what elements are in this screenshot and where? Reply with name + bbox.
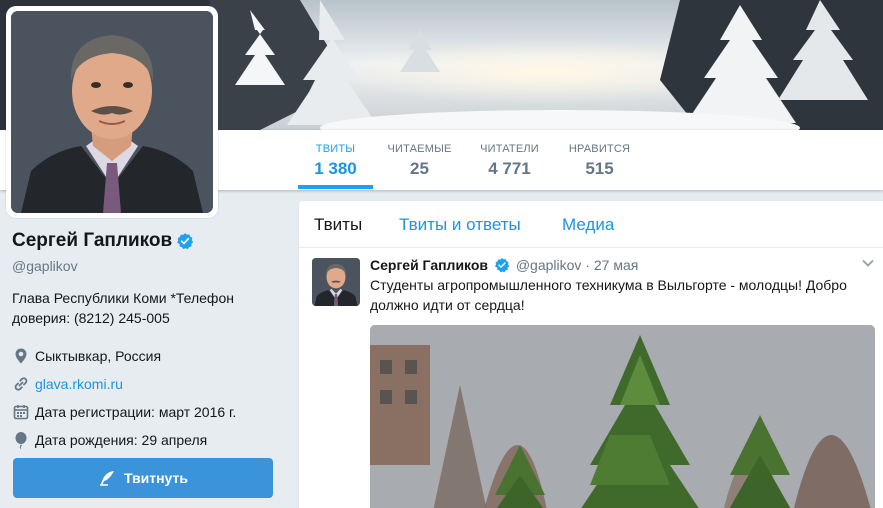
tweet-text: Студенты агропромышленного техникума в В…: [370, 277, 847, 313]
profile-name[interactable]: Сергей Гапликов: [12, 230, 172, 252]
tweet-separator: ·: [585, 257, 590, 273]
tweet-avatar[interactable]: [312, 258, 360, 306]
location-text: Сыктывкар, Россия: [35, 348, 162, 364]
tweet-author-name[interactable]: Сергей Гапликов: [370, 257, 488, 273]
joined-text: Дата регистрации: март 2016 г.: [35, 404, 237, 420]
profile-joined: Дата регистрации: март 2016 г.: [12, 398, 274, 426]
profile-avatar[interactable]: [6, 6, 218, 218]
tweet-button-label: Твитнуть: [124, 470, 188, 486]
verified-badge-icon: [494, 258, 510, 273]
stat-value: 4 771: [488, 159, 531, 178]
profile-handle[interactable]: @gaplikov: [12, 258, 274, 274]
website-link[interactable]: glava.rkomi.ru: [35, 376, 123, 392]
profile-website: glava.rkomi.ru: [12, 370, 274, 398]
stat-value: 25: [410, 159, 429, 178]
profile-bio: Глава Республики Коми *Телефон доверия: …: [12, 290, 234, 326]
birthday-text: Дата рождения: 29 апреля: [35, 432, 208, 448]
stat-label: ТВИТЫ: [315, 143, 356, 155]
balloon-icon: [15, 432, 27, 449]
tweet-author-handle[interactable]: @gaplikov: [516, 257, 582, 273]
stat-label: ЧИТАЕМЫЕ: [387, 143, 452, 155]
stat-likes[interactable]: НРАВИТСЯ 515: [562, 130, 637, 190]
tweet[interactable]: Сергей Гапликов @gaplikov · 27 мая Студе…: [299, 248, 883, 508]
stat-value: 1 380: [314, 159, 357, 178]
avatar: [11, 11, 213, 213]
tab-tweets[interactable]: Твиты: [314, 215, 362, 235]
profile-birthday: Дата рождения: 29 апреля: [12, 426, 274, 454]
calendar-icon: [13, 405, 29, 420]
tweet-button[interactable]: Твитнуть: [13, 458, 273, 498]
tweet-photo[interactable]: [370, 325, 875, 508]
tweet-header: Сергей Гапликов @gaplikov · 27 мая: [370, 257, 638, 273]
timeline-tabs: Твиты Твиты и ответы Медиа: [299, 201, 883, 248]
stat-followers[interactable]: ЧИТАТЕЛИ 4 771: [472, 130, 547, 190]
tab-tweets-replies[interactable]: Твиты и ответы: [399, 215, 521, 235]
profile-card: Сергей Гапликов @gaplikov Глава Республи…: [12, 228, 274, 454]
stat-tweets[interactable]: ТВИТЫ 1 380: [298, 130, 373, 189]
stat-value: 515: [585, 159, 614, 178]
stat-label: ЧИТАТЕЛИ: [480, 143, 539, 155]
timeline: Твиты Твиты и ответы Медиа Сергей Гаплик…: [298, 200, 883, 508]
stat-following[interactable]: ЧИТАЕМЫЕ 25: [382, 130, 457, 190]
profile-meta: Сыктывкар, Россия glava.rkomi.ru Дата ре…: [12, 342, 274, 454]
tab-media[interactable]: Медиа: [562, 215, 614, 235]
link-icon: [14, 377, 28, 391]
stat-label: НРАВИТСЯ: [568, 143, 631, 155]
verified-badge-icon: [177, 233, 194, 250]
chevron-down-icon[interactable]: [861, 256, 875, 270]
quill-icon: [100, 471, 115, 486]
tweet-date[interactable]: 27 мая: [594, 257, 638, 273]
profile-location: Сыктывкар, Россия: [12, 342, 274, 370]
location-pin-icon: [15, 348, 27, 364]
